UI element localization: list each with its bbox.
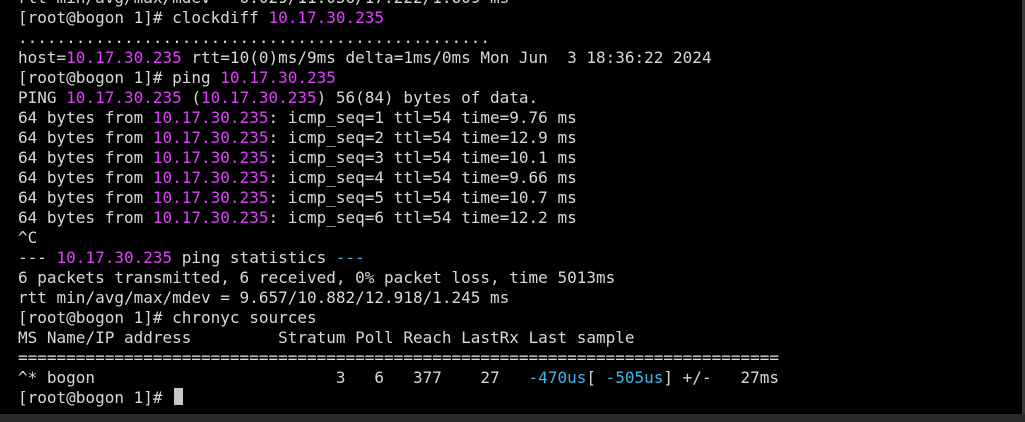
line-text: [ xyxy=(586,368,606,387)
ip-address: 10.17.30.235 xyxy=(56,248,173,267)
ip-address: 10.17.30.235 xyxy=(152,108,269,127)
line-text: rtt min/avg/max/mdev = 6.029/11.056/17.2… xyxy=(18,0,509,7)
line-text: rtt=10(0)ms/9ms delta=1ms/0ms Mon Jun 3 … xyxy=(181,48,712,67)
ip-address: 10.17.30.235 xyxy=(152,128,269,147)
line-text: [root@bogon 1]# xyxy=(18,388,173,407)
terminal-line: host=10.17.30.235 rtt=10(0)ms/9ms delta=… xyxy=(18,48,1025,68)
ip-address: 10.17.30.235 xyxy=(268,8,385,27)
line-text: : icmp_seq=1 ttl=54 time=9.76 ms xyxy=(268,108,577,127)
terminal-line: 64 bytes from 10.17.30.235: icmp_seq=2 t… xyxy=(18,128,1025,148)
terminal-line: MS Name/IP address Stratum Poll Reach La… xyxy=(18,328,1025,348)
terminal-line: ........................................… xyxy=(18,28,1025,48)
line-text: 64 bytes from xyxy=(18,108,153,127)
line-text: : icmp_seq=3 ttl=54 time=10.1 ms xyxy=(268,148,577,167)
ip-address: 10.17.30.235 xyxy=(152,188,269,207)
line-text: ] +/- 27ms xyxy=(663,368,779,387)
line-text: -470us xyxy=(528,368,587,387)
line-text: 64 bytes from xyxy=(18,208,153,227)
terminal-line: 64 bytes from 10.17.30.235: icmp_seq=6 t… xyxy=(18,208,1025,228)
terminal-line: ========================================… xyxy=(18,348,1025,368)
ip-address: 10.17.30.235 xyxy=(152,208,269,227)
line-text: [root@bogon 1]# chronyc sources xyxy=(18,308,317,327)
terminal-line: 6 packets transmitted, 6 received, 0% pa… xyxy=(18,268,1025,288)
line-text: ========================================… xyxy=(18,348,779,367)
line-text: ^C xyxy=(18,228,38,247)
text-cursor xyxy=(174,388,184,405)
line-text: 64 bytes from xyxy=(18,128,153,147)
line-text: : icmp_seq=2 ttl=54 time=12.9 ms xyxy=(268,128,577,147)
line-text: -505us xyxy=(605,368,664,387)
line-text: MS Name/IP address Stratum Poll Reach La… xyxy=(18,328,635,347)
horizontal-scrollbar[interactable] xyxy=(0,414,1025,422)
terminal-line: [root@bogon 1]# xyxy=(18,388,1025,408)
terminal-line: [root@bogon 1]# chronyc sources xyxy=(18,308,1025,328)
line-text: ping statistics xyxy=(172,248,336,267)
ip-address: 10.17.30.235 xyxy=(152,148,269,167)
terminal-line: 64 bytes from 10.17.30.235: icmp_seq=3 t… xyxy=(18,148,1025,168)
line-text: 6 packets transmitted, 6 received, 0% pa… xyxy=(18,268,616,287)
terminal-line: rtt min/avg/max/mdev = 9.657/10.882/12.9… xyxy=(18,288,1025,308)
terminal-line: 64 bytes from 10.17.30.235: icmp_seq=4 t… xyxy=(18,168,1025,188)
line-text: ( xyxy=(181,88,202,107)
line-text: [root@bogon 1]# clockdiff xyxy=(18,8,269,27)
ip-address: 10.17.30.235 xyxy=(66,48,182,67)
terminal-line: 64 bytes from 10.17.30.235: icmp_seq=1 t… xyxy=(18,108,1025,128)
line-text: ^* bogon 3 6 377 27 xyxy=(18,368,529,387)
line-text: host= xyxy=(18,48,67,67)
terminal-line: ^C xyxy=(18,228,1025,248)
ip-address: 10.17.30.235 xyxy=(220,68,336,87)
terminal-output: rtt min/avg/max/mdev = 6.029/11.056/17.2… xyxy=(18,0,1025,408)
line-text: 64 bytes from xyxy=(18,188,153,207)
terminal-line: PING 10.17.30.235 (10.17.30.235) 56(84) … xyxy=(18,88,1025,108)
line-text: 64 bytes from xyxy=(18,148,153,167)
terminal-line: 64 bytes from 10.17.30.235: icmp_seq=5 t… xyxy=(18,188,1025,208)
line-text: ) 56(84) bytes of data. xyxy=(316,88,539,107)
line-text: --- xyxy=(18,248,57,267)
line-text: : icmp_seq=4 ttl=54 time=9.66 ms xyxy=(268,168,577,187)
line-text: rtt min/avg/max/mdev = 9.657/10.882/12.9… xyxy=(18,288,510,307)
terminal-window[interactable]: rtt min/avg/max/mdev = 6.029/11.056/17.2… xyxy=(0,0,1025,422)
line-text: : icmp_seq=5 ttl=54 time=10.7 ms xyxy=(268,188,577,207)
terminal-line: ^* bogon 3 6 377 27 -470us[ -505us] +/- … xyxy=(18,368,1025,388)
line-text: 64 bytes from xyxy=(18,168,153,187)
line-text: ........................................… xyxy=(18,28,491,47)
ip-address: 10.17.30.235 xyxy=(152,168,269,187)
line-text: PING xyxy=(18,88,67,107)
line-text: : icmp_seq=6 ttl=54 time=12.2 ms xyxy=(268,208,577,227)
ip-address: 10.17.30.235 xyxy=(66,88,182,107)
terminal-line: rtt min/avg/max/mdev = 6.029/11.056/17.2… xyxy=(18,0,1025,8)
terminal-line: --- 10.17.30.235 ping statistics --- xyxy=(18,248,1025,268)
line-text: [root@bogon 1]# ping xyxy=(18,68,221,87)
terminal-line: [root@bogon 1]# ping 10.17.30.235 xyxy=(18,68,1025,88)
line-text: --- xyxy=(335,248,365,267)
ip-address: 10.17.30.235 xyxy=(201,88,317,107)
terminal-line: [root@bogon 1]# clockdiff 10.17.30.235 xyxy=(18,8,1025,28)
